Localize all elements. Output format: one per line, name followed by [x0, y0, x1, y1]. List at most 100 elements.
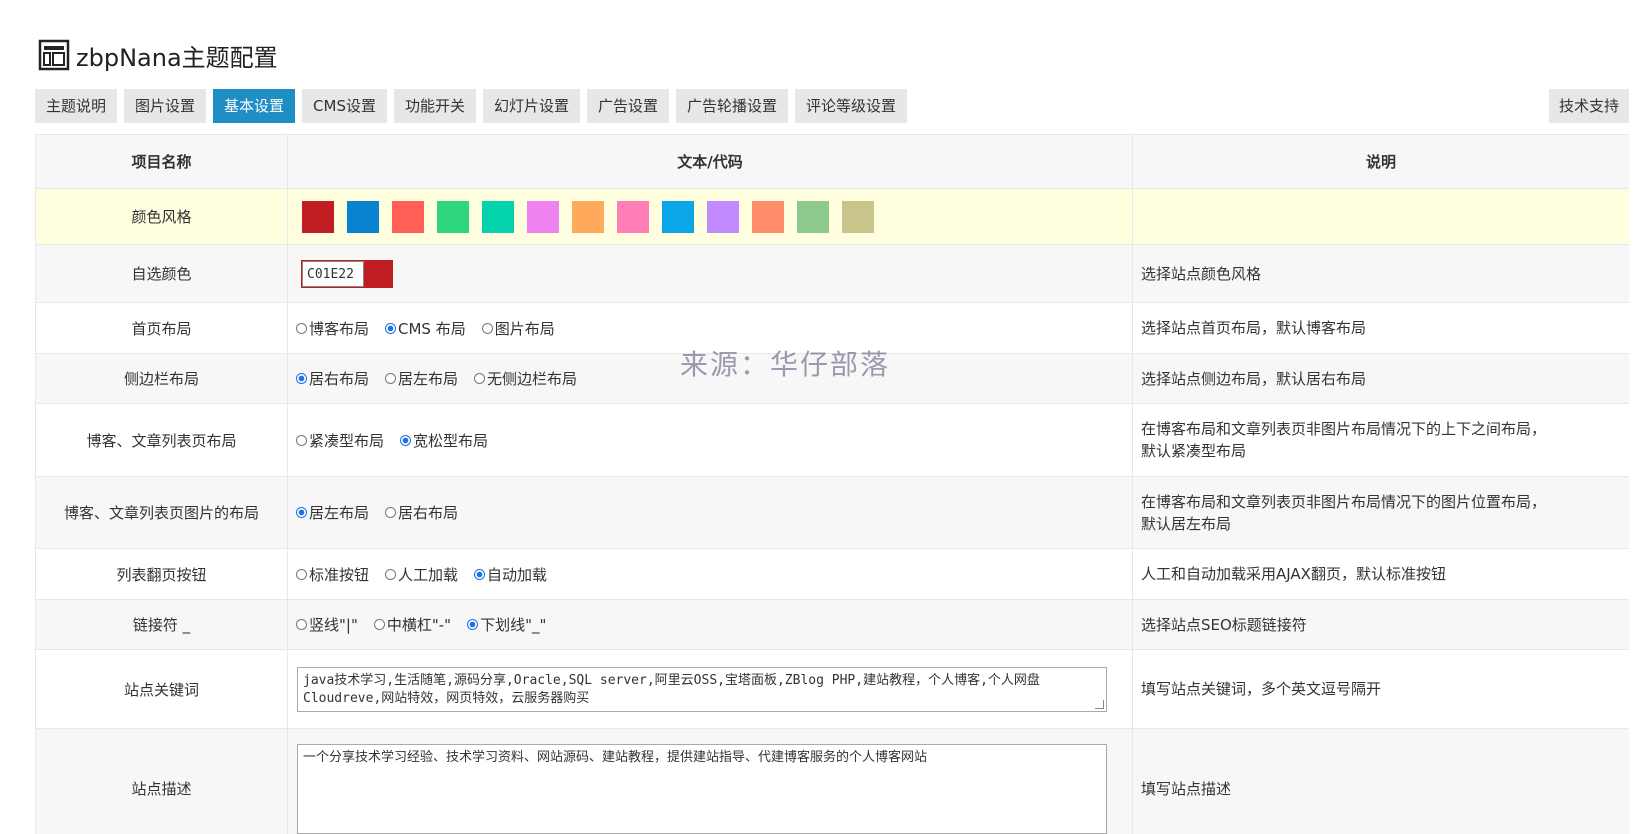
- radio-label: CMS 布局: [398, 318, 466, 339]
- color-swatch[interactable]: [527, 201, 559, 233]
- page-title: zbpNana主题配置: [76, 38, 278, 73]
- row-label: 博客、文章列表页图片的布局: [36, 477, 288, 549]
- radio-button[interactable]: [296, 435, 307, 446]
- color-swatch[interactable]: [482, 201, 514, 233]
- radio-button[interactable]: [296, 507, 307, 518]
- radio-option[interactable]: 居左布局: [296, 502, 369, 523]
- row-desc-line: 在博客布局和文章列表页非图片布局情况下的图片位置布局，: [1141, 491, 1621, 513]
- radio-label: 下划线"_": [480, 614, 546, 635]
- radio-option[interactable]: 人工加载: [385, 564, 458, 585]
- color-swatch[interactable]: [392, 201, 424, 233]
- table-row: 列表翻页按钮 标准按钮人工加载自动加载 人工和自动加载采用AJAX翻页，默认标准…: [36, 549, 1630, 600]
- radio-label: 人工加载: [398, 564, 458, 585]
- resize-handle[interactable]: [1095, 700, 1104, 709]
- color-swatch[interactable]: [842, 201, 874, 233]
- radio-label: 居右布局: [309, 368, 369, 389]
- radio-option[interactable]: 居右布局: [296, 368, 369, 389]
- row-desc: 填写站点描述: [1133, 729, 1630, 834]
- header-desc: 说明: [1133, 135, 1630, 189]
- radio-option[interactable]: 中横杠"-": [374, 614, 451, 635]
- radio-button[interactable]: [296, 373, 307, 384]
- watermark: 来源：华仔部落: [680, 343, 890, 383]
- radio-label: 标准按钮: [309, 564, 369, 585]
- row-label: 链接符 _: [36, 600, 288, 650]
- radio-label: 自动加载: [487, 564, 547, 585]
- color-swatch[interactable]: [617, 201, 649, 233]
- row-label: 自选颜色: [36, 245, 288, 303]
- radio-button[interactable]: [296, 323, 307, 334]
- tab-image-settings[interactable]: 图片设置: [124, 89, 206, 123]
- table-row: 博客、文章列表页布局 紧凑型布局宽松型布局 在博客布局和文章列表页非图片布局情况…: [36, 404, 1630, 477]
- color-swatch[interactable]: [572, 201, 604, 233]
- tab-basic-settings[interactable]: 基本设置: [213, 89, 295, 123]
- row-label: 首页布局: [36, 303, 288, 354]
- radio-button[interactable]: [385, 373, 396, 384]
- radio-button[interactable]: [385, 569, 396, 580]
- radio-option[interactable]: 标准按钮: [296, 564, 369, 585]
- custom-color-input[interactable]: C01E22: [301, 260, 393, 288]
- radio-label: 居右布局: [398, 502, 458, 523]
- radio-option[interactable]: 自动加载: [474, 564, 547, 585]
- table-row: 站点关键词 java技术学习,生活随笔,源码分享,Oracle,SQL serv…: [36, 650, 1630, 729]
- radio-option[interactable]: 图片布局: [482, 318, 555, 339]
- radio-option[interactable]: 无侧边栏布局: [474, 368, 577, 389]
- color-swatch[interactable]: [752, 201, 784, 233]
- row-desc: 选择站点颜色风格: [1133, 245, 1630, 303]
- tab-slideshow-settings[interactable]: 幻灯片设置: [483, 89, 580, 123]
- radio-button[interactable]: [296, 569, 307, 580]
- table-row: 链接符 _ 竖线"|"中横杠"-"下划线"_" 选择站点SEO标题链接符: [36, 600, 1630, 650]
- header-name: 项目名称: [36, 135, 288, 189]
- tab-bar: 主题说明 图片设置 基本设置 CMS设置 功能开关 幻灯片设置 广告设置 广告轮…: [35, 89, 914, 123]
- radio-option[interactable]: 紧凑型布局: [296, 430, 384, 451]
- radio-option[interactable]: 居右布局: [385, 502, 458, 523]
- color-swatch[interactable]: [347, 201, 379, 233]
- radio-option[interactable]: CMS 布局: [385, 318, 466, 339]
- tab-feature-switches[interactable]: 功能开关: [394, 89, 476, 123]
- table-row: 博客、文章列表页图片的布局 居左布局 居右布局 在博客布局和文章列表页非图片布局情…: [36, 477, 1630, 549]
- table-row: 自选颜色 C01E22 选择站点颜色风格: [36, 245, 1630, 303]
- row-label: 颜色风格: [36, 189, 288, 245]
- description-value: 一个分享技术学习经验、技术学习资料、网站源码、建站教程，提供建站指导、代建博客服…: [303, 749, 1101, 767]
- radio-button[interactable]: [482, 323, 493, 334]
- radio-label: 图片布局: [495, 318, 555, 339]
- radio-button[interactable]: [400, 435, 411, 446]
- tab-ad-carousel-settings[interactable]: 广告轮播设置: [676, 89, 788, 123]
- color-swatch[interactable]: [302, 201, 334, 233]
- radio-label: 紧凑型布局: [309, 430, 384, 451]
- radio-option[interactable]: 博客布局: [296, 318, 369, 339]
- radio-option[interactable]: 下划线"_": [467, 614, 546, 635]
- page-header: zbpNana主题配置: [38, 38, 278, 72]
- radio-button[interactable]: [467, 619, 478, 630]
- radio-button[interactable]: [474, 373, 485, 384]
- tab-comment-level-settings[interactable]: 评论等级设置: [795, 89, 907, 123]
- row-desc: 在博客布局和文章列表页非图片布局情况下的图片位置布局， 默认居左布局: [1133, 477, 1630, 549]
- tab-cms-settings[interactable]: CMS设置: [302, 89, 387, 123]
- color-swatch[interactable]: [437, 201, 469, 233]
- radio-label: 博客布局: [309, 318, 369, 339]
- list-image-layout-radio-group: 居左布局 居右布局: [288, 477, 1133, 549]
- radio-option[interactable]: 竖线"|": [296, 614, 358, 635]
- radio-label: 居左布局: [398, 368, 458, 389]
- tab-theme-intro[interactable]: 主题说明: [35, 89, 117, 123]
- color-swatch[interactable]: [662, 201, 694, 233]
- radio-button[interactable]: [385, 323, 396, 334]
- radio-option[interactable]: 居左布局: [385, 368, 458, 389]
- radio-button[interactable]: [385, 507, 396, 518]
- description-textarea[interactable]: 一个分享技术学习经验、技术学习资料、网站源码、建站教程，提供建站指导、代建博客服…: [297, 744, 1107, 834]
- row-desc: 填写站点关键词，多个英文逗号隔开: [1133, 650, 1630, 729]
- radio-option[interactable]: 宽松型布局: [400, 430, 488, 451]
- row-label: 侧边栏布局: [36, 354, 288, 404]
- table-row: 站点描述 一个分享技术学习经验、技术学习资料、网站源码、建站教程，提供建站指导、…: [36, 729, 1630, 834]
- row-desc-line: 默认居左布局: [1141, 513, 1621, 535]
- keywords-textarea[interactable]: java技术学习,生活随笔,源码分享,Oracle,SQL server,阿里云…: [297, 667, 1107, 712]
- row-desc: 选择站点首页布局，默认博客布局: [1133, 303, 1630, 354]
- radio-button[interactable]: [374, 619, 385, 630]
- radio-button[interactable]: [296, 619, 307, 630]
- radio-button[interactable]: [474, 569, 485, 580]
- tab-ad-settings[interactable]: 广告设置: [587, 89, 669, 123]
- row-desc-line: 默认紧凑型布局: [1141, 440, 1621, 462]
- tech-support-button[interactable]: 技术支持: [1549, 89, 1629, 123]
- color-swatch[interactable]: [707, 201, 739, 233]
- color-swatch[interactable]: [797, 201, 829, 233]
- row-label: 站点描述: [36, 729, 288, 834]
